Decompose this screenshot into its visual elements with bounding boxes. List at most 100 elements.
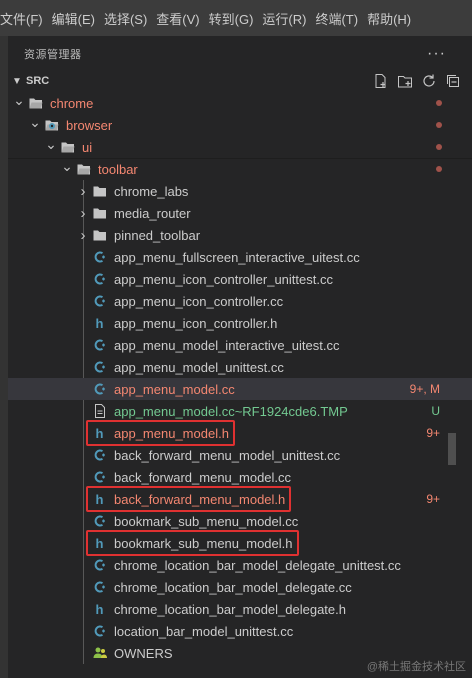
menu-item-5[interactable]: 运行(R) bbox=[262, 9, 315, 28]
annotation-highlight-box bbox=[86, 486, 292, 512]
cpp-file-icon bbox=[92, 447, 108, 463]
tree-file-row[interactable]: h app_menu_icon_controller.h bbox=[8, 312, 472, 334]
folder-icon bbox=[60, 139, 76, 155]
cpp-file-icon bbox=[92, 293, 108, 309]
git-status-badge: 9+, M bbox=[409, 382, 440, 396]
file-name: bookmark_sub_menu_model.cc bbox=[114, 513, 299, 529]
explorer-header: 资源管理器 ··· bbox=[24, 36, 472, 72]
svg-text:h: h bbox=[96, 316, 104, 331]
file-name: chrome_location_bar_model_delegate_unitt… bbox=[114, 557, 401, 573]
header-file-icon: h bbox=[92, 601, 108, 617]
file-name: app_menu_icon_controller.h bbox=[114, 315, 278, 331]
tree-folder-row[interactable]: › media_router bbox=[8, 202, 472, 224]
folder-special-icon bbox=[44, 117, 60, 133]
menu-item-6[interactable]: 终端(T) bbox=[315, 9, 367, 28]
chevron-right-icon[interactable]: › bbox=[76, 227, 90, 244]
file-name: browser bbox=[66, 117, 113, 133]
chevron-down-icon[interactable]: ⌄ bbox=[28, 114, 42, 131]
new-file-icon[interactable] bbox=[372, 72, 390, 90]
file-name: app_menu_model_interactive_uitest.cc bbox=[114, 337, 340, 353]
file-name: app_menu_icon_controller.cc bbox=[114, 293, 284, 309]
owners-file-icon bbox=[92, 645, 108, 661]
file-name: chrome_location_bar_model_delegate.cc bbox=[114, 579, 352, 595]
folder-icon bbox=[92, 205, 108, 221]
new-folder-icon[interactable] bbox=[396, 72, 414, 90]
file-name: chrome bbox=[50, 95, 94, 111]
cpp-file-icon bbox=[92, 249, 108, 265]
cpp-file-icon bbox=[92, 513, 108, 529]
tree-file-row[interactable]: h chrome_location_bar_model_delegate.h bbox=[8, 598, 472, 620]
file-name: toolbar bbox=[98, 161, 138, 177]
tree-file-row[interactable]: back_forward_menu_model_unittest.cc bbox=[8, 444, 472, 466]
file-name: app_menu_icon_controller_unittest.cc bbox=[114, 271, 333, 287]
tree-file-row[interactable]: app_menu_icon_controller_unittest.cc bbox=[8, 268, 472, 290]
collapse-all-icon[interactable] bbox=[444, 72, 462, 90]
cpp-file-icon bbox=[92, 381, 108, 397]
watermark: @稀土掘金技术社区 bbox=[366, 661, 466, 673]
tree-file-row[interactable]: location_bar_model_unittest.cc bbox=[8, 620, 472, 642]
section-actions bbox=[372, 72, 462, 90]
file-name: ui bbox=[82, 139, 93, 155]
chevron-down-icon: ▼ bbox=[12, 75, 22, 87]
scrollbar-thumb[interactable] bbox=[448, 433, 456, 465]
tree-file-row[interactable]: back_forward_menu_model.cc bbox=[8, 466, 472, 488]
more-actions-icon[interactable]: ··· bbox=[427, 45, 446, 63]
problem-dot bbox=[436, 100, 442, 106]
explorer-title: 资源管理器 bbox=[24, 49, 82, 61]
tree-file-row[interactable]: app_menu_model.cc 9+, M bbox=[8, 378, 472, 400]
tree-folder-row[interactable]: ⌄ chrome bbox=[8, 92, 472, 114]
refresh-icon[interactable] bbox=[420, 72, 438, 90]
tree-file-row[interactable]: app_menu_model.cc~RF1924cde6.TMP U bbox=[8, 400, 472, 422]
tree-folder-row[interactable]: › pinned_toolbar bbox=[8, 224, 472, 246]
cpp-file-icon bbox=[92, 359, 108, 375]
file-name: pinned_toolbar bbox=[114, 227, 201, 243]
tree-file-row[interactable]: app_menu_icon_controller.cc bbox=[8, 290, 472, 312]
activity-bar-edge bbox=[0, 36, 8, 678]
workspace-title: SRC bbox=[26, 75, 50, 87]
folder-icon bbox=[92, 227, 108, 243]
menu-item-3[interactable]: 查看(V) bbox=[156, 9, 208, 28]
chevron-down-icon[interactable]: ⌄ bbox=[60, 158, 74, 175]
tree-folder-row[interactable]: ⌄ toolbar bbox=[8, 158, 472, 180]
header-file-icon: h bbox=[92, 315, 108, 331]
file-name: OWNERS bbox=[114, 645, 173, 661]
tree-folder-row[interactable]: › chrome_labs bbox=[8, 180, 472, 202]
menu-item-2[interactable]: 选择(S) bbox=[104, 9, 156, 28]
tree-file-row[interactable]: chrome_location_bar_model_delegate_unitt… bbox=[8, 554, 472, 576]
annotation-highlight-box bbox=[86, 530, 299, 556]
tree-file-row[interactable]: chrome_location_bar_model_delegate.cc bbox=[8, 576, 472, 598]
tree-folder-row[interactable]: ⌄ browser bbox=[8, 114, 472, 136]
git-status-badge: 9+ bbox=[426, 426, 440, 440]
folder-icon bbox=[28, 95, 44, 111]
cpp-file-icon bbox=[92, 579, 108, 595]
menu-item-1[interactable]: 编辑(E) bbox=[52, 9, 104, 28]
tree-file-row[interactable]: bookmark_sub_menu_model.cc bbox=[8, 510, 472, 532]
chevron-right-icon[interactable]: › bbox=[76, 183, 90, 200]
problem-dot bbox=[436, 166, 442, 172]
chevron-down-icon[interactable]: ⌄ bbox=[12, 92, 26, 109]
chevron-right-icon[interactable]: › bbox=[76, 205, 90, 222]
tree-file-row[interactable]: h app_menu_model.h 9+ bbox=[8, 422, 472, 444]
menu-item-7[interactable]: 帮助(H) bbox=[367, 9, 420, 28]
cpp-file-icon bbox=[92, 337, 108, 353]
file-name: app_menu_fullscreen_interactive_uitest.c… bbox=[114, 249, 360, 265]
file-name: app_menu_model_unittest.cc bbox=[114, 359, 284, 375]
file-name: back_forward_menu_model.cc bbox=[114, 469, 292, 485]
tree-file-row[interactable]: app_menu_fullscreen_interactive_uitest.c… bbox=[8, 246, 472, 268]
menu-item-0[interactable]: 文件(F) bbox=[0, 9, 52, 28]
chevron-down-icon[interactable]: ⌄ bbox=[44, 136, 58, 153]
file-name: app_menu_model.cc bbox=[114, 381, 235, 397]
tree-folder-row[interactable]: ⌄ ui bbox=[8, 136, 472, 158]
menu-item-4[interactable]: 转到(G) bbox=[209, 9, 263, 28]
annotation-highlight-box bbox=[86, 420, 235, 446]
tree-file-row[interactable]: app_menu_model_unittest.cc bbox=[8, 356, 472, 378]
cpp-file-icon bbox=[92, 271, 108, 287]
menu-bar: 文件(F) 编辑(E) 选择(S) 查看(V) 转到(G) 运行(R) 终端(T) 帮助(H) bbox=[0, 0, 472, 36]
workspace-section-header[interactable]: ▼ SRC bbox=[8, 70, 472, 92]
tree-file-row[interactable]: app_menu_model_interactive_uitest.cc bbox=[8, 334, 472, 356]
svg-text:h: h bbox=[96, 602, 104, 617]
file-name: location_bar_model_unittest.cc bbox=[114, 623, 294, 639]
git-status-badge: 9+ bbox=[426, 492, 440, 506]
cpp-file-icon bbox=[92, 557, 108, 573]
folder-icon bbox=[92, 183, 108, 199]
